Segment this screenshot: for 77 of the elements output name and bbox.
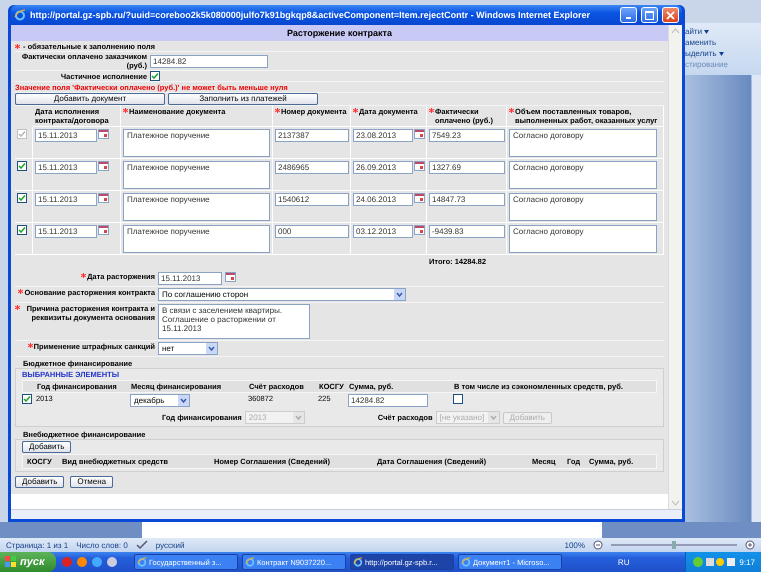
basis-select[interactable]: По соглашению сторон bbox=[158, 288, 406, 301]
document-name-field[interactable]: Платежное поручение bbox=[123, 193, 270, 221]
word-count: Число слов: 0 bbox=[76, 540, 128, 550]
amount-input[interactable]: 1327.69 bbox=[429, 161, 505, 174]
calendar-icon[interactable] bbox=[98, 193, 109, 203]
checkbox[interactable] bbox=[17, 193, 27, 203]
volume-field[interactable]: Согласно договору bbox=[509, 225, 657, 253]
date-input[interactable]: 15.11.2013 bbox=[35, 161, 97, 174]
calendar-icon[interactable] bbox=[98, 161, 109, 171]
amount-input[interactable]: -9439.83 bbox=[429, 225, 505, 238]
number-input[interactable]: 000 bbox=[275, 225, 349, 238]
checkbox[interactable] bbox=[17, 225, 27, 235]
checkbox[interactable] bbox=[22, 394, 32, 404]
spellcheck-icon[interactable] bbox=[136, 540, 148, 550]
number-input[interactable]: 2486965 bbox=[275, 161, 349, 174]
ribbon-item[interactable]: ыделить bbox=[685, 49, 717, 58]
page-count: Страница: 1 из 1 bbox=[6, 540, 68, 550]
calendar-icon[interactable] bbox=[98, 225, 109, 235]
zoom-out-icon[interactable] bbox=[593, 540, 603, 550]
action-button[interactable]: Добавить bbox=[15, 476, 64, 488]
month-select[interactable]: декабрь bbox=[130, 394, 190, 407]
calendar-icon[interactable] bbox=[414, 225, 425, 235]
ribbon-item[interactable]: аменить bbox=[685, 38, 716, 47]
date-input[interactable]: 15.11.2013 bbox=[35, 225, 97, 238]
add-button[interactable]: Добавить bbox=[22, 441, 72, 453]
browser-icon bbox=[353, 557, 363, 567]
calendar-icon[interactable] bbox=[225, 272, 236, 282]
volume-field[interactable]: Согласно договору bbox=[509, 161, 657, 189]
browser-icon bbox=[245, 557, 255, 567]
date-input[interactable]: 15.11.2013 bbox=[35, 193, 97, 206]
required-icon bbox=[15, 44, 20, 49]
calendar-icon[interactable] bbox=[98, 129, 109, 139]
zoom-in-icon[interactable] bbox=[745, 540, 755, 550]
checkbox[interactable] bbox=[150, 71, 160, 81]
browser-icon bbox=[14, 9, 26, 21]
minimize-button[interactable] bbox=[620, 7, 637, 23]
ribbon-item[interactable]: айти bbox=[685, 27, 702, 36]
form-title: Расторжение контракта bbox=[11, 25, 668, 41]
vertical-scrollbar[interactable] bbox=[751, 75, 761, 522]
date-input[interactable]: 26.09.2013 bbox=[353, 161, 413, 174]
tray-icons[interactable] bbox=[692, 556, 736, 568]
zoom-level: 100% bbox=[564, 540, 585, 550]
action-button[interactable]: Отмена bbox=[70, 476, 114, 488]
sum-input[interactable]: 14284.82 bbox=[348, 394, 428, 407]
ribbon-group-label: стирование bbox=[685, 60, 729, 69]
language-indicator[interactable]: RU bbox=[618, 558, 630, 566]
close-icon bbox=[666, 10, 675, 20]
number-input[interactable]: 1540612 bbox=[275, 193, 349, 206]
zoom-slider[interactable] bbox=[611, 540, 737, 550]
calendar-icon[interactable] bbox=[414, 193, 425, 203]
form-button[interactable]: Добавить документ bbox=[15, 93, 165, 105]
form-button[interactable]: Заполнить из платежей bbox=[168, 93, 318, 105]
document-name-field[interactable]: Платежное поручение bbox=[123, 225, 270, 253]
flag-icon bbox=[5, 556, 17, 568]
calendar-icon[interactable] bbox=[414, 129, 425, 139]
volume-field[interactable]: Согласно договору bbox=[509, 193, 657, 221]
date-input[interactable]: 24.06.2013 bbox=[353, 193, 413, 206]
language-text: русский bbox=[156, 540, 184, 550]
maximize-button[interactable] bbox=[641, 7, 658, 23]
calendar-icon[interactable] bbox=[414, 161, 425, 171]
browser-icon bbox=[137, 557, 147, 567]
checkbox[interactable] bbox=[453, 394, 463, 404]
maximize-icon bbox=[645, 10, 654, 20]
date-input[interactable]: 03.12.2013 bbox=[353, 225, 413, 238]
close-button[interactable] bbox=[662, 7, 679, 23]
paid-input[interactable]: 14284.82 bbox=[150, 54, 268, 68]
date-input[interactable]: 15.11.2013 bbox=[158, 272, 222, 285]
document-name-field[interactable]: Платежное поручение bbox=[123, 161, 270, 189]
reason-field[interactable]: В связи с заселением квартиры. Соглашение о расторжении от 15.11.2013 bbox=[158, 304, 310, 339]
horizontal-scrollbar[interactable] bbox=[11, 509, 682, 519]
penalty-select[interactable]: нет bbox=[158, 342, 218, 355]
clock: 9:17 bbox=[739, 558, 755, 566]
browser-icon bbox=[461, 557, 471, 567]
window-title: http://portal.gz-spb.ru/?uuid=coreboo2k5k080000julfo7k91bgkqp8&activeComponent=Item.rejectContr - Windows Internet Explorer bbox=[30, 10, 592, 20]
amount-input[interactable]: 14847.73 bbox=[429, 193, 505, 206]
checkbox[interactable] bbox=[17, 161, 27, 171]
quick-launch-icons[interactable] bbox=[60, 555, 120, 569]
